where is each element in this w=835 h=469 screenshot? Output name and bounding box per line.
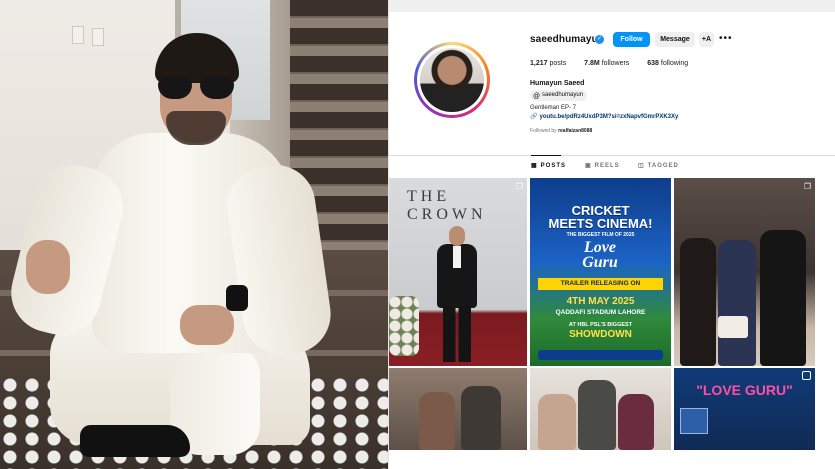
sunglasses [156,77,236,101]
bio-link-text: youtu.be/pdRz4UxdP3M?si=zxNapvfGmrPXK3Xy [539,114,679,120]
person [680,238,716,366]
sunglasses-lens [158,77,192,99]
post-thumbnail[interactable]: THE CROWN ❐ [389,178,527,366]
person [760,230,806,366]
browser-top-strip [389,0,835,12]
threads-icon: @ [533,93,541,100]
trailer-band: TRAILER RELEASING ON [538,278,663,290]
tab-reels-label: REELS [594,163,620,169]
story-ring[interactable] [414,42,490,118]
followers-label: followers [601,60,630,67]
tab-posts[interactable]: ▦ POSTS [531,162,566,169]
post-thumbnail[interactable]: ❐ [674,178,815,366]
person [419,392,455,450]
trousers [443,306,471,362]
profile-stats: 1,217 posts 7.8M followers 638 following [530,60,704,67]
profile-username: saeedhumayun [530,34,605,45]
showdown-line: SHOWDOWN [569,329,632,340]
verified-badge-icon: ✓ [595,35,604,44]
following-count: 638 [647,60,659,67]
person-figure [2,15,350,469]
wristwatch [226,285,248,311]
person [578,380,616,450]
portrait-photo [0,0,388,469]
reels-icon: ▣ [585,163,592,169]
instagram-profile: saeedhumayun ✓ Follow Message +A ••• 1,2… [388,0,835,469]
multi-post-icon: ❐ [803,182,811,191]
bio-text: Gentleman EP- 7 [530,105,577,111]
posts-stat[interactable]: 1,217 posts [530,60,566,67]
poster-headline: CRICKET MEETS CINEMA! [538,204,663,230]
posts-grid: THE CROWN ❐ CRICKET MEETS CINEMA! THE BI… [389,178,835,469]
person [461,386,501,450]
psl-line: AT HBL PSL'S BIGGEST [568,322,633,328]
person [538,394,576,450]
follow-button[interactable]: Follow [613,32,650,47]
logo-guru: Guru [582,254,618,271]
avatar-image [420,48,484,112]
right-hand [180,305,234,345]
trailer-venue: QADDAFI STADIUM LAHORE [555,309,646,316]
followers-stat[interactable]: 7.8M followers [584,60,629,67]
post-thumbnail[interactable]: "LOVE GURU" [674,368,815,450]
trailer-date: 4TH MAY 2025 [566,296,635,307]
avatar[interactable] [417,45,487,115]
sandal [80,425,190,457]
threads-badge[interactable]: @ saeedhumayun [530,90,588,101]
flower-arrangement [389,296,419,356]
person [618,394,654,450]
tab-posts-label: POSTS [540,163,567,169]
bio-link[interactable]: 🔗 youtu.be/pdRz4UxdP3M?si=zxNapvfGmrPXK3X… [530,113,678,120]
message-button[interactable]: Message [655,32,695,47]
man-in-tuxedo [435,226,479,362]
following-label: following [660,60,689,67]
shirt [453,246,461,268]
tabs-divider [389,155,835,156]
post-thumbnail[interactable]: CRICKET MEETS CINEMA! THE BIGGEST FILM O… [530,178,671,366]
tagged-icon: ◫ [638,163,645,169]
sunglasses-lens [200,77,234,99]
poster-subline: THE BIGGEST FILM OF 2025 [566,232,635,238]
post-thumbnail[interactable] [389,368,527,450]
person [718,240,756,366]
post-thumbnail[interactable] [530,368,671,450]
add-user-button[interactable]: +A [699,32,714,47]
followed-by[interactable]: Followed by realfaizan8088 [530,128,592,134]
posts-label: posts [549,60,567,67]
active-tab-indicator [531,155,561,156]
sponsor-strip [538,350,663,360]
post-crown-title: THE CROWN [407,188,487,223]
screenshot-composite: saeedhumayun ✓ Follow Message +A ••• 1,2… [0,0,835,469]
tab-tagged-label: TAGGED [647,163,679,169]
followers-count: 7.8M [584,60,600,67]
head [449,226,465,246]
followed-by-prefix: Followed by [530,128,557,134]
grid-margin [815,178,835,469]
reel-icon [802,371,811,380]
grid-icon: ▦ [531,163,538,169]
love-guru-logo: Love Guru [560,239,640,271]
video-thumbnail [680,408,708,434]
left-hand [26,240,70,294]
posts-count: 1,217 [530,60,548,67]
full-name: Humayun Saeed [530,80,585,87]
poster-headline-2: MEETS CINEMA! [548,216,653,231]
love-guru-title: "LOVE GURU" [696,382,793,398]
link-icon: 🔗 [530,114,538,120]
threads-handle: saeedhumayun [542,92,584,98]
logo-love: Love [584,239,616,256]
tab-tagged[interactable]: ◫ TAGGED [638,162,679,169]
cake [718,316,748,338]
followed-by-user: realfaizan8088 [558,128,593,134]
tab-reels[interactable]: ▣ REELS [585,162,620,169]
hair [155,33,239,83]
more-options-icon[interactable]: ••• [719,33,733,44]
following-stat[interactable]: 638 following [647,60,688,67]
multi-post-icon: ❐ [515,182,523,191]
